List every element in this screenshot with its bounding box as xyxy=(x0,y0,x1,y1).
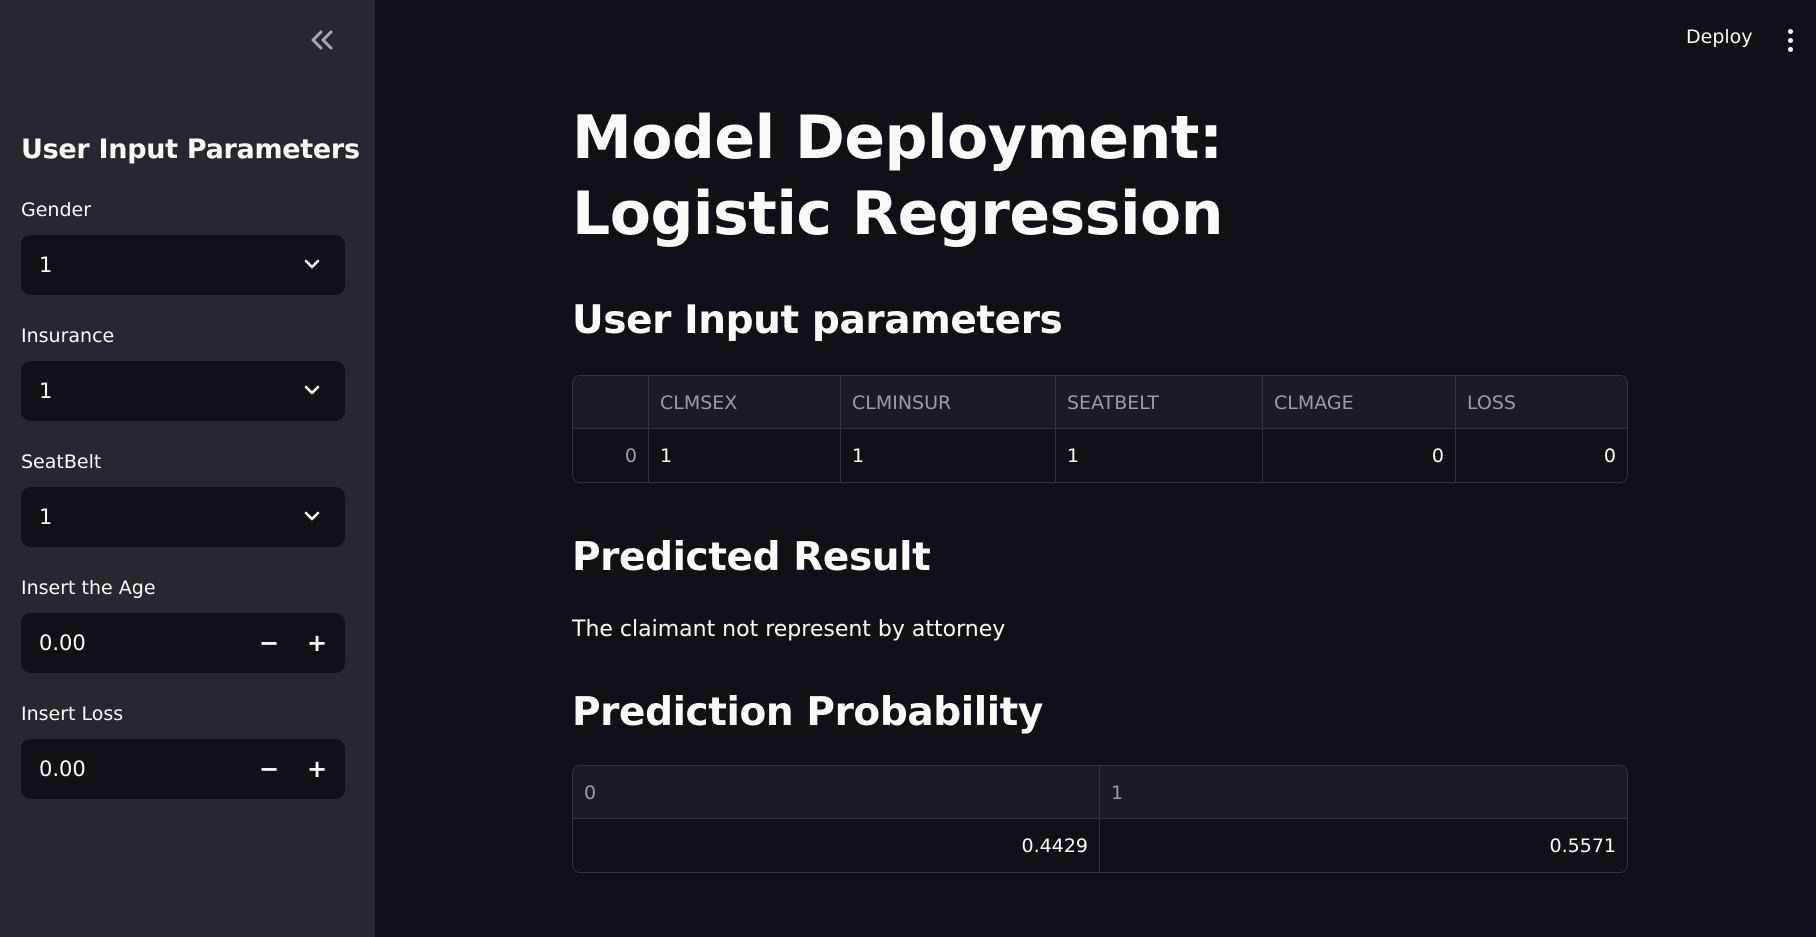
collapse-sidebar-button[interactable] xyxy=(300,22,344,58)
table-cell[interactable]: 1 xyxy=(649,429,841,482)
gender-label: Gender xyxy=(21,199,92,221)
insurance-select[interactable]: 1 xyxy=(21,361,345,421)
probability-dataframe[interactable]: 0 1 0.4429 0.5571 xyxy=(572,765,1628,873)
seatbelt-select[interactable]: 1 xyxy=(21,487,345,547)
double-chevron-left-icon xyxy=(311,30,333,50)
chevron-down-icon xyxy=(304,259,320,269)
table-cell[interactable]: 0 xyxy=(1263,429,1456,482)
loss-number-input[interactable]: 0.00 − + xyxy=(21,739,345,799)
sidebar: User Input Parameters Gender 1 Insurance… xyxy=(0,0,375,937)
table-header-row: 0 1 xyxy=(573,766,1627,819)
sidebar-title: User Input Parameters xyxy=(21,134,360,165)
table-cell[interactable]: 0.4429 xyxy=(573,819,1100,872)
age-number-input[interactable]: 0.00 − + xyxy=(21,613,345,673)
table-cell[interactable]: 1 xyxy=(1056,429,1263,482)
table-header-row: CLMSEX CLMINSUR SEATBELT CLMAGE LOSS xyxy=(573,376,1627,429)
loss-label: Insert Loss xyxy=(21,703,124,725)
table-header-clmage[interactable]: CLMAGE xyxy=(1263,376,1456,429)
table-header-clminsur[interactable]: CLMINSUR xyxy=(841,376,1056,429)
table-header-loss[interactable]: LOSS xyxy=(1456,376,1627,429)
input-section-title: User Input parameters xyxy=(572,298,1063,343)
main-menu-button[interactable] xyxy=(1780,22,1800,58)
table-cell-index[interactable]: 0 xyxy=(573,429,649,482)
table-header-clmsex[interactable]: CLMSEX xyxy=(649,376,841,429)
age-input-value[interactable]: 0.00 xyxy=(39,631,86,655)
kebab-menu-icon xyxy=(1787,37,1793,43)
gender-select-value: 1 xyxy=(39,253,53,277)
seatbelt-select-value: 1 xyxy=(39,505,53,529)
loss-decrement-button[interactable]: − xyxy=(245,739,293,799)
age-increment-button[interactable]: + xyxy=(293,613,341,673)
chevron-down-icon xyxy=(304,511,320,521)
prediction-result-text: The claimant not represent by attorney xyxy=(572,617,1006,642)
kebab-menu-icon xyxy=(1787,28,1793,34)
table-header-class-1[interactable]: 1 xyxy=(1100,766,1627,819)
seatbelt-label: SeatBelt xyxy=(21,451,102,473)
loss-increment-button[interactable]: + xyxy=(293,739,341,799)
table-cell[interactable]: 1 xyxy=(841,429,1056,482)
probability-section-title: Prediction Probability xyxy=(572,690,1043,735)
insurance-label: Insurance xyxy=(21,325,115,347)
page-title: Model Deployment: Logistic Regression xyxy=(572,103,1223,249)
table-header-index[interactable] xyxy=(573,376,649,429)
result-section-title: Predicted Result xyxy=(572,535,931,580)
chevron-down-icon xyxy=(304,385,320,395)
table-row: 0 1 1 1 0 0 xyxy=(573,429,1627,482)
kebab-menu-icon xyxy=(1787,46,1793,52)
table-cell[interactable]: 0 xyxy=(1456,429,1627,482)
table-row: 0.4429 0.5571 xyxy=(573,819,1627,872)
loss-input-value[interactable]: 0.00 xyxy=(39,757,86,781)
insurance-select-value: 1 xyxy=(39,379,53,403)
age-decrement-button[interactable]: − xyxy=(245,613,293,673)
age-label: Insert the Age xyxy=(21,577,156,599)
input-dataframe[interactable]: CLMSEX CLMINSUR SEATBELT CLMAGE LOSS 0 1… xyxy=(572,375,1628,483)
table-cell[interactable]: 0.5571 xyxy=(1100,819,1627,872)
gender-select[interactable]: 1 xyxy=(21,235,345,295)
deploy-button[interactable]: Deploy xyxy=(1680,24,1759,50)
app: User Input Parameters Gender 1 Insurance… xyxy=(0,0,1816,937)
table-header-seatbelt[interactable]: SEATBELT xyxy=(1056,376,1263,429)
table-header-class-0[interactable]: 0 xyxy=(573,766,1100,819)
